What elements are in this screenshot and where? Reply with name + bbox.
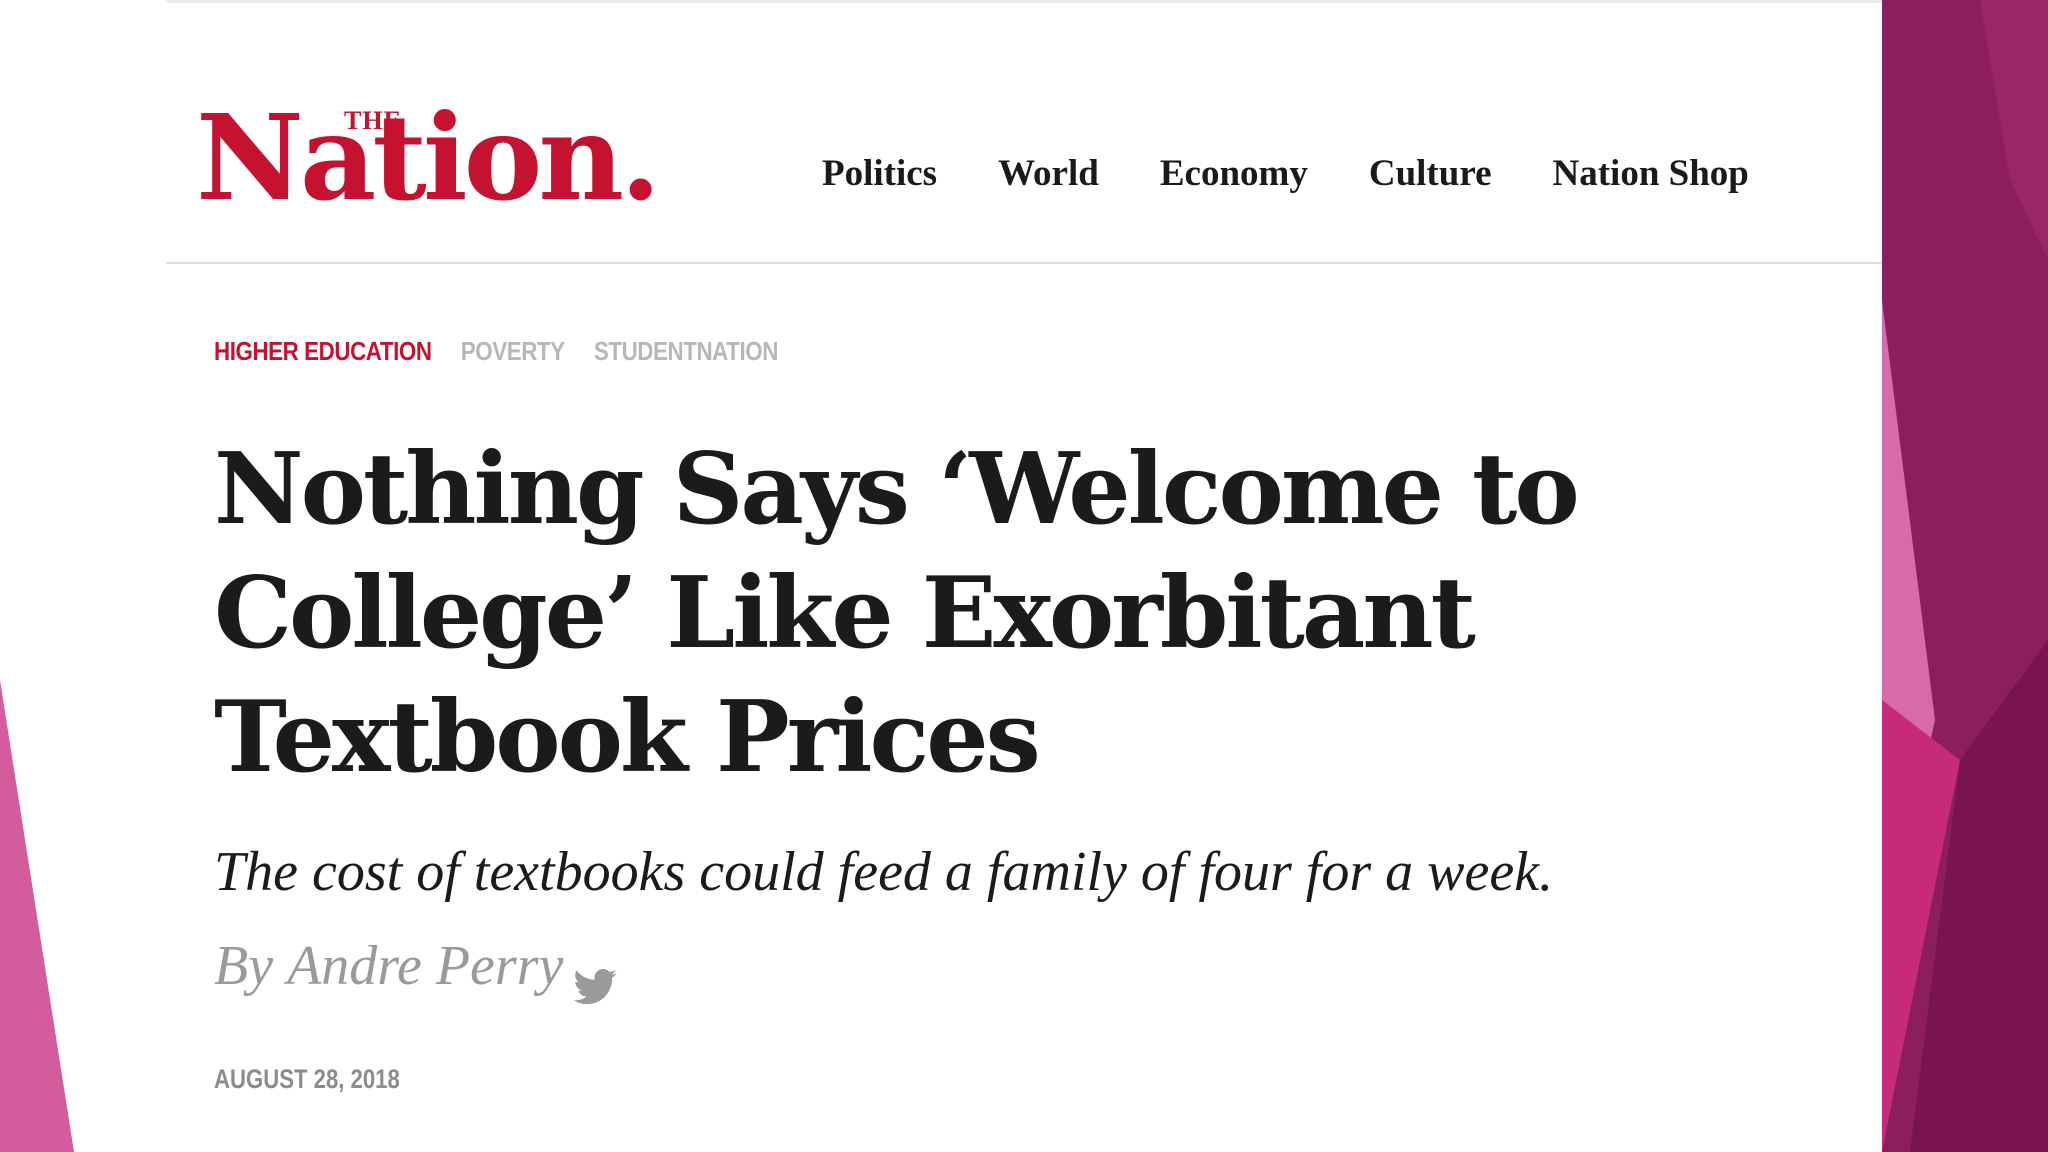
article-screenshot: Nation. THE Politics World Economy Cultu… <box>166 0 1882 1152</box>
top-border <box>166 0 1882 3</box>
tag-studentnation[interactable]: STUDENTNATION <box>594 336 778 367</box>
twitter-icon[interactable] <box>573 955 617 1005</box>
article-date: AUGUST 28, 2018 <box>214 1064 400 1094</box>
tag-higher-education[interactable]: HIGHER EDUCATION <box>214 336 432 367</box>
main-nav: Politics World Economy Culture Nation Sh… <box>822 152 1749 195</box>
nav-item-culture[interactable]: Culture <box>1369 152 1492 195</box>
nav-item-nation-shop[interactable]: Nation Shop <box>1553 152 1749 195</box>
logo-wordmark: Nation. <box>196 88 661 227</box>
nav-item-politics[interactable]: Politics <box>822 152 937 195</box>
article-byline: By Andre Perry <box>214 934 617 1005</box>
article-dek: The cost of textbooks could feed a famil… <box>214 841 1554 903</box>
tag-poverty[interactable]: POVERTY <box>461 336 565 367</box>
nav-item-economy[interactable]: Economy <box>1160 152 1308 195</box>
logo-the: THE <box>344 106 402 135</box>
nav-item-world[interactable]: World <box>998 152 1099 195</box>
author-link[interactable]: Andre Perry <box>287 934 563 998</box>
article-headline: Nothing Says ‘Welcome to College’ Like E… <box>214 432 1580 795</box>
site-logo[interactable]: Nation. THE <box>196 98 661 218</box>
article-tags: HIGHER EDUCATION POVERTY STUDENTNATION <box>214 336 807 367</box>
left-accent-wedge <box>0 680 74 1152</box>
byline-prefix: By <box>214 935 274 997</box>
header-divider <box>166 262 1882 264</box>
